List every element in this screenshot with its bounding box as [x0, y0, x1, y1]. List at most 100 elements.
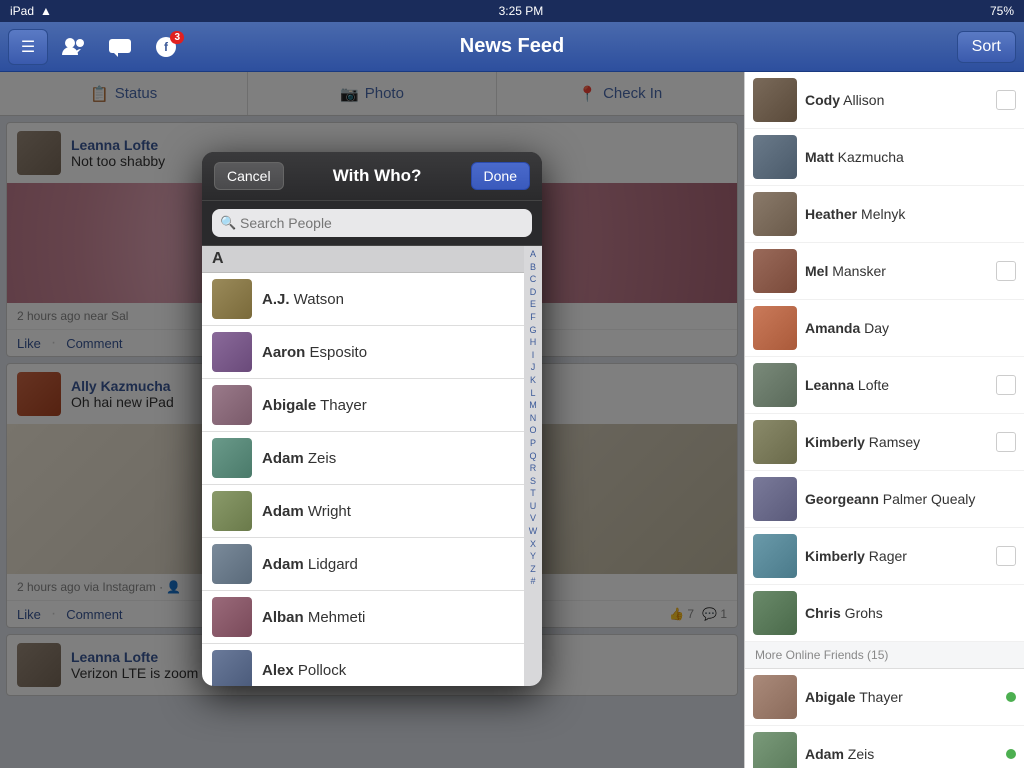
alpha-w[interactable]: W — [529, 525, 538, 538]
person-item[interactable]: Adam Zeis — [202, 432, 524, 485]
avatar — [753, 420, 797, 464]
alpha-u[interactable]: U — [530, 500, 537, 513]
friend-checkbox[interactable] — [996, 432, 1016, 452]
feed-area: 📋 Status 📷 Photo 📍 Check In Leanna Lofte — [0, 72, 744, 768]
friend-checkbox[interactable] — [996, 90, 1016, 110]
alpha-o[interactable]: O — [529, 424, 536, 437]
alpha-m[interactable]: M — [529, 399, 537, 412]
avatar — [212, 544, 252, 584]
alpha-c[interactable]: C — [530, 273, 537, 286]
alpha-hash[interactable]: # — [530, 575, 535, 588]
alpha-k[interactable]: K — [530, 374, 536, 387]
menu-button[interactable]: ☰ — [8, 29, 48, 65]
sidebar-friend-item[interactable]: Kimberly Rager — [745, 528, 1024, 585]
alpha-v[interactable]: V — [530, 512, 536, 525]
friend-name: Adam Zeis — [805, 746, 998, 762]
sidebar-online-friend[interactable]: Abigale Thayer — [745, 669, 1024, 726]
alpha-s[interactable]: S — [530, 475, 536, 488]
alpha-j[interactable]: J — [531, 361, 536, 374]
modal-cancel-button[interactable]: Cancel — [214, 162, 284, 190]
person-name: Adam Zeis — [262, 450, 336, 467]
person-name: Adam Wright — [262, 503, 351, 520]
person-item[interactable]: Aaron Esposito — [202, 326, 524, 379]
alpha-d[interactable]: D — [530, 286, 537, 299]
sidebar-friend-item[interactable]: Leanna Lofte — [745, 357, 1024, 414]
friends-button[interactable] — [54, 29, 94, 65]
sidebar-online-friend[interactable]: Adam Zeis — [745, 726, 1024, 768]
time-display: 3:25 PM — [499, 4, 544, 18]
sidebar-friend-item[interactable]: Heather Melnyk — [745, 186, 1024, 243]
sidebar-friend-item[interactable]: Cody Allison — [745, 72, 1024, 129]
alpha-b[interactable]: B — [530, 261, 536, 274]
avatar — [753, 675, 797, 719]
alpha-x[interactable]: X — [530, 538, 536, 551]
section-header-a: A — [202, 246, 524, 273]
alpha-g[interactable]: G — [529, 324, 536, 337]
friend-name: Leanna Lofte — [805, 377, 988, 393]
sort-button[interactable]: Sort — [957, 31, 1016, 63]
alpha-n[interactable]: N — [530, 412, 537, 425]
person-item[interactable]: A.J. Watson — [202, 273, 524, 326]
status-left: iPad ▲ — [10, 4, 52, 18]
alpha-a[interactable]: A — [530, 248, 536, 261]
avatar — [753, 192, 797, 236]
avatar — [212, 650, 252, 686]
person-item[interactable]: Adam Wright — [202, 485, 524, 538]
friend-name: Abigale Thayer — [805, 689, 998, 705]
alpha-z[interactable]: Z — [530, 563, 536, 576]
messages-button[interactable] — [100, 29, 140, 65]
person-item[interactable]: Adam Lidgard — [202, 538, 524, 591]
avatar — [753, 477, 797, 521]
friend-name: Kimberly Rager — [805, 548, 988, 564]
online-indicator — [1006, 749, 1016, 759]
notifications-button[interactable]: f 3 — [146, 29, 186, 65]
avatar — [212, 438, 252, 478]
person-name: Adam Lidgard — [262, 556, 358, 573]
alpha-q[interactable]: Q — [529, 450, 536, 463]
person-item[interactable]: Abigale Thayer — [202, 379, 524, 432]
alpha-i[interactable]: I — [532, 349, 535, 362]
alpha-y[interactable]: Y — [530, 550, 536, 563]
friend-checkbox[interactable] — [996, 375, 1016, 395]
avatar — [753, 135, 797, 179]
person-item[interactable]: Alex Pollock — [202, 644, 524, 686]
status-right: 75% — [990, 4, 1014, 18]
sidebar: Cody Allison Matt Kazmucha Heather Melny… — [744, 72, 1024, 768]
person-list: A A.J. Watson Aaron Esposito Abigale Tha… — [202, 246, 524, 686]
sidebar-friend-item[interactable]: Mel Mansker — [745, 243, 1024, 300]
search-wrapper: 🔍 — [212, 209, 532, 237]
avatar — [212, 491, 252, 531]
sidebar-friend-item[interactable]: Kimberly Ramsey — [745, 414, 1024, 471]
avatar — [753, 363, 797, 407]
search-input[interactable] — [212, 209, 532, 237]
battery-label: 75% — [990, 4, 1014, 18]
person-name: A.J. Watson — [262, 291, 344, 308]
friend-checkbox[interactable] — [996, 261, 1016, 281]
with-who-modal: Cancel With Who? Done 🔍 A — [202, 152, 542, 686]
alpha-l[interactable]: L — [530, 387, 535, 400]
person-item[interactable]: Alban Mehmeti — [202, 591, 524, 644]
alpha-h[interactable]: H — [530, 336, 537, 349]
page-title: News Feed — [460, 35, 564, 58]
friend-name: Mel Mansker — [805, 263, 988, 279]
friend-name: Georgeann Palmer Quealy — [805, 491, 1016, 507]
sidebar-friend-item[interactable]: Matt Kazmucha — [745, 129, 1024, 186]
notification-badge: 3 — [170, 31, 184, 44]
alpha-r[interactable]: R — [530, 462, 537, 475]
alpha-f[interactable]: F — [530, 311, 536, 324]
alpha-t[interactable]: T — [530, 487, 536, 500]
avatar — [212, 279, 252, 319]
sidebar-friend-item[interactable]: Amanda Day — [745, 300, 1024, 357]
online-indicator — [1006, 692, 1016, 702]
alpha-p[interactable]: P — [530, 437, 536, 450]
avatar — [753, 249, 797, 293]
nav-left: ☰ f 3 — [8, 29, 186, 65]
sidebar-friend-item[interactable]: Chris Grohs — [745, 585, 1024, 642]
search-icon: 🔍 — [220, 215, 236, 231]
sidebar-friend-item[interactable]: Georgeann Palmer Quealy — [745, 471, 1024, 528]
alpha-e[interactable]: E — [530, 298, 536, 311]
modal-done-button[interactable]: Done — [471, 162, 530, 190]
person-name: Alex Pollock — [262, 662, 346, 679]
modal-overlay[interactable]: Cancel With Who? Done 🔍 A — [0, 72, 744, 768]
friend-checkbox[interactable] — [996, 546, 1016, 566]
